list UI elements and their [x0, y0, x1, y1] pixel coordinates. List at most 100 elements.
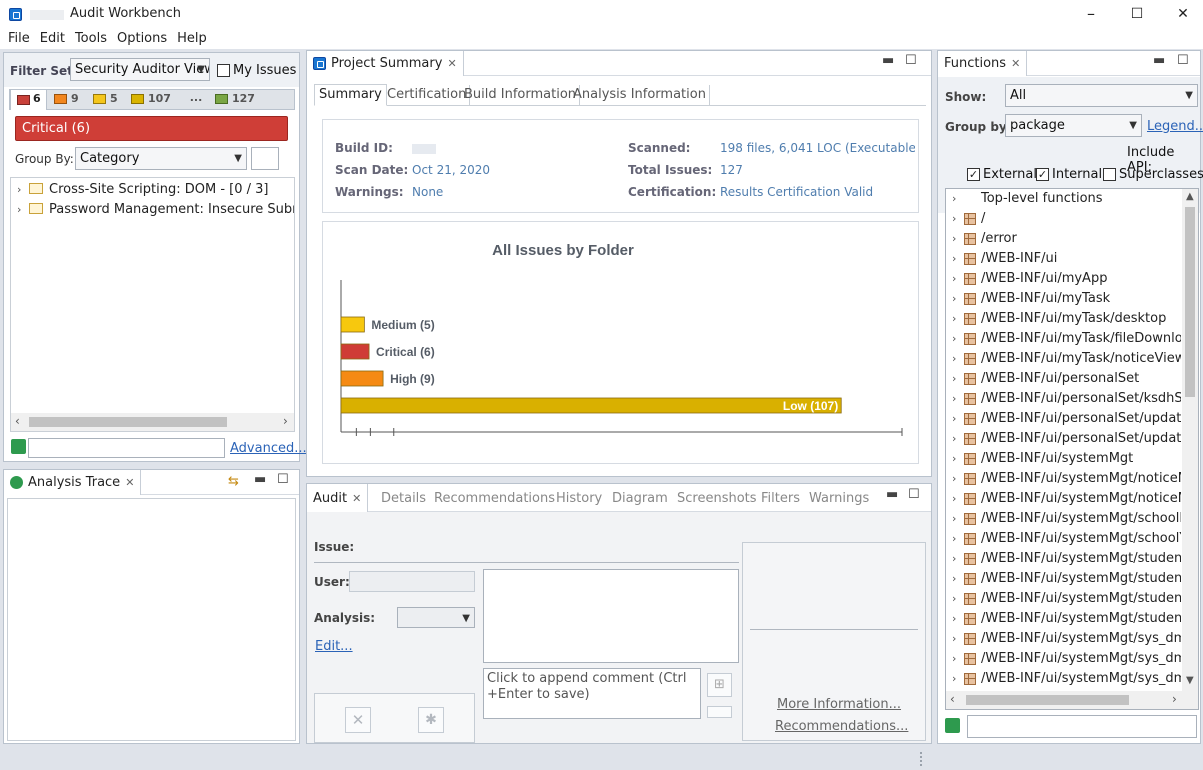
tab-project-summary[interactable]: Project Summary ✕: [307, 51, 464, 76]
scroll-thumb[interactable]: [29, 417, 227, 427]
tab-analysis-information[interactable]: Analysis Information: [570, 85, 710, 105]
scroll-thumb[interactable]: [966, 695, 1129, 705]
user-field[interactable]: [349, 571, 475, 592]
minimize-view-icon[interactable]: ▬: [1153, 53, 1165, 68]
menu-help[interactable]: Help: [172, 29, 212, 49]
group-by-select[interactable]: Category ▼: [75, 147, 247, 170]
tab-audit[interactable]: Audit ✕: [307, 484, 369, 512]
scroll-down-icon[interactable]: ▼: [1186, 675, 1194, 686]
tab-recommendations[interactable]: Recommendations: [434, 491, 555, 506]
search-icon[interactable]: [11, 439, 26, 454]
maximize-view-icon[interactable]: ☐: [908, 487, 920, 502]
function-package-item[interactable]: › /WEB-INF/ui/myTask/fileDownload: [952, 329, 1181, 349]
menu-edit[interactable]: Edit: [35, 29, 70, 49]
function-package-item[interactable]: › /WEB-INF/ui/myTask/noticeView: [952, 349, 1181, 369]
function-package-item[interactable]: › /WEB-INF/ui/systemMgt/student/: [952, 589, 1181, 609]
function-package-item[interactable]: › /WEB-INF/ui/systemMgt/sys_dmk: [952, 629, 1181, 649]
vertical-scrollbar[interactable]: ▲ ▼: [1182, 189, 1198, 691]
function-package-item[interactable]: › /WEB-INF/ui/myApp: [952, 269, 1107, 289]
tab-analysis-trace[interactable]: Analysis Trace ✕: [4, 470, 142, 495]
show-select[interactable]: All ▼: [1005, 84, 1198, 107]
function-group-by-select[interactable]: package ▼: [1005, 114, 1142, 137]
tab-critical[interactable]: 6: [10, 89, 47, 110]
add-comment-button[interactable]: ⊞: [707, 673, 732, 697]
close-icon[interactable]: ✕: [125, 476, 134, 489]
close-button[interactable]: ✕: [1173, 4, 1193, 24]
menu-file[interactable]: File: [0, 29, 35, 49]
issue-search-input[interactable]: [28, 438, 225, 458]
external-checkbox[interactable]: ✓: [967, 168, 980, 181]
function-package-item[interactable]: › /WEB-INF/ui/systemMgt/noticeM: [952, 489, 1181, 509]
search-icon[interactable]: [945, 718, 960, 733]
comment-input[interactable]: Click to append comment (Ctrl +Enter to …: [483, 668, 701, 719]
comment-extra-button[interactable]: [707, 706, 732, 718]
maximize-view-icon[interactable]: ☐: [1177, 53, 1189, 68]
minimize-view-icon[interactable]: ▬: [254, 472, 266, 487]
tree-item-password[interactable]: ›Password Management: Insecure Submissio…: [17, 200, 294, 220]
edit-link[interactable]: Edit...: [315, 639, 353, 654]
tab-screenshots[interactable]: Screenshots: [677, 491, 757, 506]
function-package-item[interactable]: › /WEB-INF/ui/systemMgt/student/: [952, 549, 1181, 569]
filter-set-select[interactable]: Security Auditor View ▼: [70, 58, 210, 81]
tab-more[interactable]: ...: [184, 91, 208, 107]
my-issues-checkbox[interactable]: [217, 64, 230, 77]
tab-all[interactable]: 127: [215, 92, 265, 108]
tab-build-information[interactable]: Build Information: [461, 85, 581, 105]
horizontal-scrollbar[interactable]: ‹ ›: [946, 691, 1198, 709]
bug-icon[interactable]: ✱: [418, 707, 444, 733]
scroll-right-icon[interactable]: ›: [283, 414, 288, 428]
tab-filters[interactable]: Filters: [761, 491, 800, 506]
function-package-item[interactable]: › /error: [952, 229, 1017, 249]
close-icon[interactable]: ✕: [447, 57, 456, 70]
function-package-item[interactable]: › /WEB-INF/ui/systemMgt/student/: [952, 569, 1181, 589]
horizontal-scrollbar[interactable]: ‹ ›: [11, 413, 294, 431]
scroll-left-icon[interactable]: ‹: [15, 414, 20, 428]
maximize-view-icon[interactable]: ☐: [277, 472, 289, 487]
function-package-item[interactable]: › /WEB-INF/ui/personalSet/update: [952, 429, 1181, 449]
function-package-item[interactable]: › /WEB-INF/ui: [952, 249, 1057, 269]
function-package-item[interactable]: › /WEB-INF/ui/personalSet: [952, 369, 1139, 389]
menu-options[interactable]: Options: [112, 29, 172, 49]
bar-critical[interactable]: [340, 343, 370, 360]
tab-medium[interactable]: 5: [93, 92, 127, 108]
tab-functions[interactable]: Functions ✕: [938, 51, 1028, 76]
bar-low[interactable]: [340, 397, 842, 414]
function-search-input[interactable]: [967, 715, 1197, 738]
tab-low[interactable]: 107: [131, 92, 179, 108]
tab-details[interactable]: Details: [381, 491, 426, 506]
more-information-link[interactable]: More Information...: [777, 697, 901, 712]
function-package-item[interactable]: › /WEB-INF/ui/systemMgt/sys_dmk: [952, 669, 1181, 689]
function-package-item[interactable]: › /WEB-INF/ui/systemMgt/schoolYe: [952, 529, 1181, 549]
minimize-view-icon[interactable]: ▬: [886, 487, 898, 502]
function-package-item[interactable]: › /WEB-INF/ui/systemMgt/studentI: [952, 609, 1181, 629]
function-package-item[interactable]: › Top-level functions: [952, 189, 1103, 209]
maximize-button[interactable]: ☐: [1127, 4, 1147, 24]
internal-checkbox[interactable]: ✓: [1036, 168, 1049, 181]
scroll-thumb[interactable]: [1185, 207, 1195, 397]
tab-summary[interactable]: Summary: [314, 84, 387, 106]
recommendations-link[interactable]: Recommendations...: [775, 719, 908, 734]
function-package-item[interactable]: › /WEB-INF/ui/systemMgt/noticeM: [952, 469, 1181, 489]
scroll-right-icon[interactable]: ›: [1172, 692, 1177, 706]
function-package-item[interactable]: › /WEB-INF/ui/systemMgt/schoolIn: [952, 509, 1181, 529]
menu-tools[interactable]: Tools: [70, 29, 112, 49]
function-package-item[interactable]: › /WEB-INF/ui/myTask: [952, 289, 1110, 309]
legend-link[interactable]: Legend...: [1147, 119, 1203, 134]
tab-diagram[interactable]: Diagram: [612, 491, 668, 506]
function-package-item[interactable]: › /WEB-INF/ui/personalSet/ksdhSz: [952, 389, 1181, 409]
suppress-icon[interactable]: ✕: [345, 707, 371, 733]
superclasses-checkbox[interactable]: [1103, 168, 1116, 181]
function-package-item[interactable]: › /WEB-INF/ui/personalSet/update: [952, 409, 1181, 429]
function-package-item[interactable]: › /WEB-INF/ui/systemMgt/sys_dmk: [952, 649, 1181, 669]
tree-item-xss[interactable]: › Cross-Site Scripting: DOM - [0 / 3]: [17, 180, 268, 200]
function-package-item[interactable]: › /: [952, 209, 985, 229]
sync-icon[interactable]: ⇆: [228, 474, 239, 489]
bar-high[interactable]: [340, 370, 384, 387]
scroll-up-icon[interactable]: ▲: [1186, 191, 1194, 202]
tab-history[interactable]: History: [556, 491, 602, 506]
close-icon[interactable]: ✕: [352, 492, 361, 505]
tab-high[interactable]: 9: [54, 92, 88, 108]
minimize-view-icon[interactable]: ▬: [882, 53, 894, 68]
bar-medium[interactable]: [340, 316, 365, 333]
minimize-button[interactable]: –: [1081, 4, 1101, 24]
